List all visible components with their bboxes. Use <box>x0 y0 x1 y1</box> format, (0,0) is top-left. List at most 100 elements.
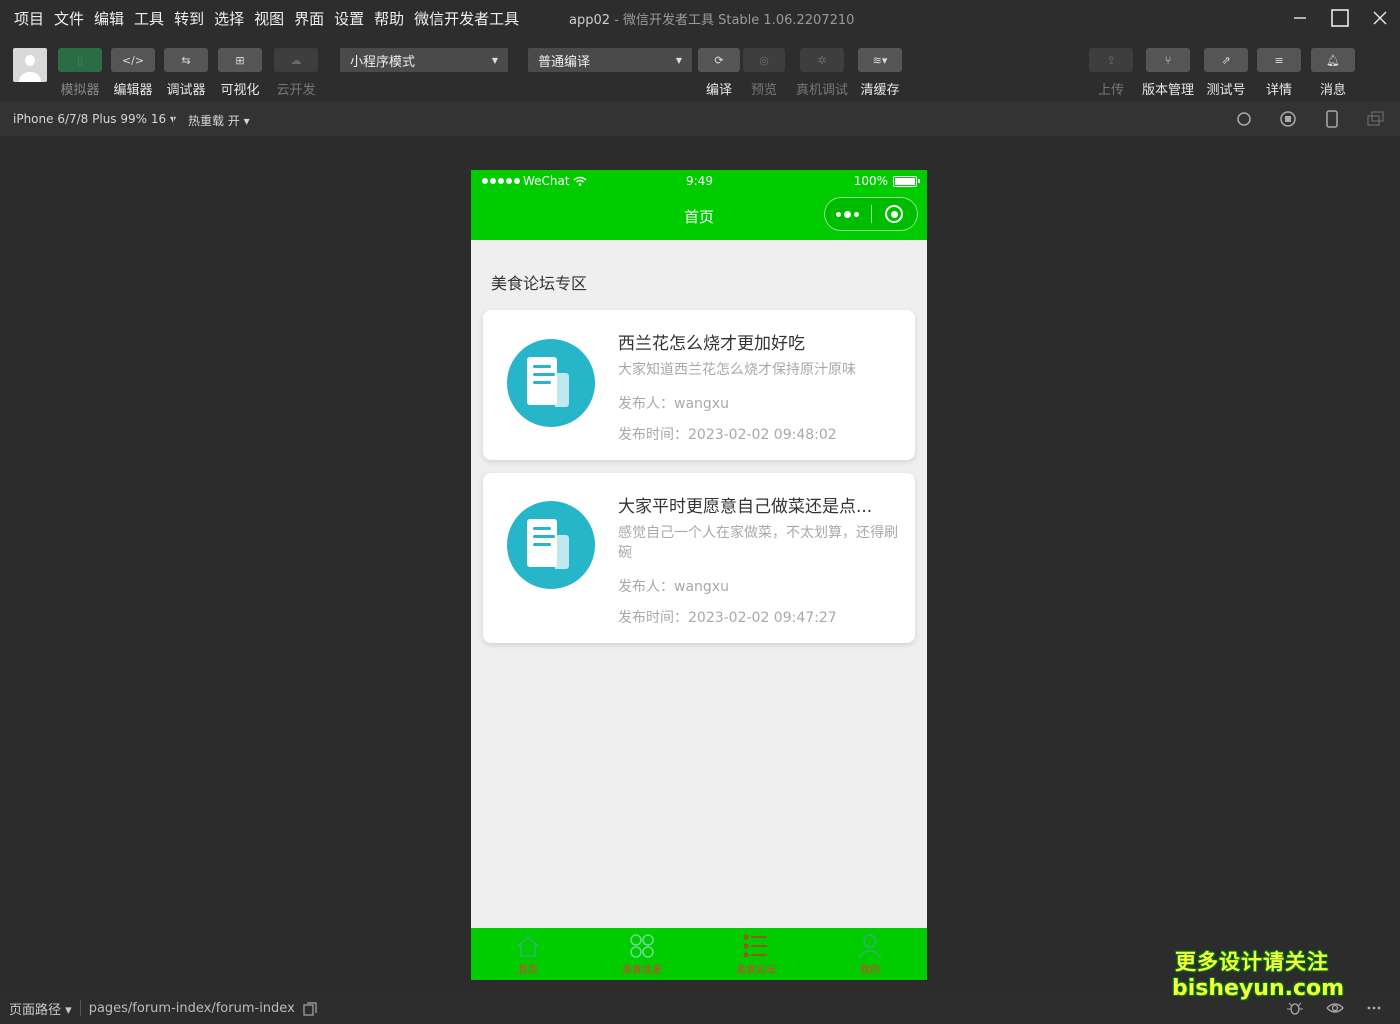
stop-icon <box>1280 111 1296 127</box>
menu-item-help[interactable]: 帮助 <box>369 8 409 29</box>
debugger-tool[interactable]: ⇆ 调试器 <box>164 48 208 98</box>
watermark-line-2: bisheyun.com <box>1172 976 1345 1001</box>
menu-item-goto[interactable]: 转到 <box>169 8 209 29</box>
document-icon <box>507 501 595 589</box>
rotate-icon <box>1237 112 1251 126</box>
bug-icon[interactable] <box>1286 1000 1304 1016</box>
menu-item-view[interactable]: 视图 <box>249 8 289 29</box>
nav-bar: 首页 <box>471 192 927 240</box>
mode-select[interactable]: 小程序模式 ▼ <box>340 48 508 72</box>
device-select[interactable]: iPhone 6/7/8 Plus 99% 16 ▾ <box>13 112 176 126</box>
post-author: 发布人：wangxu <box>618 579 729 595</box>
simulator-controls <box>1234 109 1386 129</box>
upload-label: 上传 <box>1097 83 1124 98</box>
page-path-toggle[interactable]: 页面路径 ▾ <box>9 999 72 1018</box>
details-tool[interactable]: ≡ 详情 <box>1257 48 1301 98</box>
post-desc: 大家知道西兰花怎么烧才保持原汁原味 <box>618 362 856 378</box>
version-tool[interactable]: ⑂ 版本管理 <box>1142 48 1194 98</box>
menu-item-tools[interactable]: 工具 <box>129 8 169 29</box>
post-author: 发布人：wangxu <box>618 396 729 412</box>
external-link-icon: ⇗ <box>1204 48 1248 72</box>
test-account-tool[interactable]: ⇗ 测试号 <box>1204 48 1248 98</box>
carrier-name: WeChat <box>523 174 570 188</box>
battery-percent: 100% <box>853 174 888 188</box>
menu-item-file[interactable]: 文件 <box>49 8 89 29</box>
user-icon <box>856 932 884 960</box>
maximize-button[interactable] <box>1320 0 1360 36</box>
page-path: pages/forum-index/forum-index <box>88 1000 295 1016</box>
eye-icon: ◎ <box>743 48 785 72</box>
device-button[interactable] <box>1322 109 1342 129</box>
close-button[interactable] <box>1360 0 1400 36</box>
post-card[interactable]: 西兰花怎么烧才更加好吃 大家知道西兰花怎么烧才保持原汁原味 发布人：wangxu… <box>483 310 915 460</box>
close-miniprogram-button[interactable] <box>872 205 918 223</box>
menu-item-project[interactable]: 项目 <box>14 8 49 29</box>
menu-item-settings[interactable]: 设置 <box>329 8 369 29</box>
compile-tool[interactable]: ⟳ 编译 <box>698 48 740 98</box>
home-icon <box>514 932 542 960</box>
mode-select-value: 小程序模式 <box>350 54 416 70</box>
battery-icon <box>893 175 920 187</box>
hot-reload-toggle[interactable]: 热重载 开 ▾ <box>188 112 250 129</box>
document-icon <box>507 339 595 427</box>
clear-cache-tool[interactable]: ≋▾ 清缓存 <box>858 48 902 98</box>
battery: 100% <box>853 174 920 188</box>
cloud-tool[interactable]: ☁ 云开发 <box>274 48 318 98</box>
page-path-label: 页面路径 <box>9 1002 62 1018</box>
signal-icon <box>482 178 520 184</box>
preview-label: 预览 <box>750 83 777 98</box>
status-time: 9:49 <box>686 174 713 188</box>
post-desc: 感觉自己一个人在家做菜，不太划算，还得刷碗 <box>618 525 898 561</box>
menu-item-interface[interactable]: 界面 <box>289 8 329 29</box>
simulator-subbar: iPhone 6/7/8 Plus 99% 16 ▾ 热重载 开 ▾ <box>0 102 1400 136</box>
avatar[interactable] <box>13 48 47 82</box>
upload-tool[interactable]: ⇪ 上传 <box>1089 48 1133 98</box>
compile-select[interactable]: 普通编译 ▼ <box>528 48 692 72</box>
simulator-tool[interactable]: ▯ 模拟器 <box>58 48 102 98</box>
more-button[interactable] <box>825 210 871 218</box>
tab-forum[interactable]: 美食论坛 <box>699 928 813 980</box>
minimize-button[interactable] <box>1280 0 1320 36</box>
post-card[interactable]: 大家平时更愿意自己做菜还是点... 感觉自己一个人在家做菜，不太划算，还得刷碗 … <box>483 473 915 643</box>
refresh-icon: ⟳ <box>698 48 740 72</box>
app-name: app02 <box>569 13 611 28</box>
more-icon[interactable] <box>1366 1000 1382 1016</box>
visual-tool[interactable]: ⊞ 可视化 <box>218 48 262 98</box>
window-title-rest: - 微信开发者工具 Stable 1.06.2207210 <box>610 13 855 28</box>
stop-button[interactable] <box>1278 109 1298 129</box>
detach-button[interactable] <box>1366 109 1386 129</box>
menu-item-edit[interactable]: 编辑 <box>89 8 129 29</box>
preview-tool[interactable]: ◎ 预览 <box>743 48 785 98</box>
menu-item-wechat-devtools[interactable]: 微信开发者工具 <box>409 8 524 29</box>
section-title: 美食论坛专区 <box>491 274 588 293</box>
toolbar: ▯ 模拟器 </> 编辑器 ⇆ 调试器 ⊞ 可视化 ☁ 云开发 小程序模式 ▼ … <box>0 36 1400 102</box>
list-icon <box>742 932 770 960</box>
windows-icon <box>1367 111 1384 126</box>
window-controls <box>1280 0 1400 36</box>
compile-label: 编译 <box>705 83 732 98</box>
tab-food-info[interactable]: 美食信息 <box>585 928 699 980</box>
eye-icon[interactable] <box>1326 1000 1344 1016</box>
messages-tool[interactable]: 🔔︎ 消息 <box>1311 48 1355 98</box>
rotate-button[interactable] <box>1234 109 1254 129</box>
bell-icon: 🔔︎ <box>1311 48 1355 72</box>
post-title: 大家平时更愿意自己做菜还是点... <box>618 497 873 517</box>
tab-bar: 首页 美食信息 美食论坛 我的 <box>471 928 927 980</box>
menu-lines-icon: ≡ <box>1257 48 1301 72</box>
phone-outline-icon <box>1326 110 1338 128</box>
main-menu: 项目 文件 编辑 工具 转到 选择 视图 界面 设置 帮助 微信开发者工具 <box>0 8 524 29</box>
messages-label: 消息 <box>1319 83 1346 98</box>
tab-mine[interactable]: 我的 <box>813 928 927 980</box>
tab-home[interactable]: 首页 <box>471 928 585 980</box>
menu-item-select[interactable]: 选择 <box>209 8 249 29</box>
tab-label: 美食论坛 <box>736 965 776 976</box>
hot-reload-value: 热重载 开 <box>188 114 240 128</box>
editor-label: 编辑器 <box>113 83 153 98</box>
real-debug-tool[interactable]: ✲ 真机调试 <box>796 48 848 98</box>
copy-icon <box>303 1002 317 1016</box>
watermark-line-1: 更多设计请关注 <box>1175 950 1329 974</box>
editor-tool[interactable]: </> 编辑器 <box>111 48 155 98</box>
branch-icon: ⑂ <box>1146 48 1190 72</box>
copy-button[interactable] <box>303 1001 317 1016</box>
maximize-icon <box>1331 9 1349 27</box>
